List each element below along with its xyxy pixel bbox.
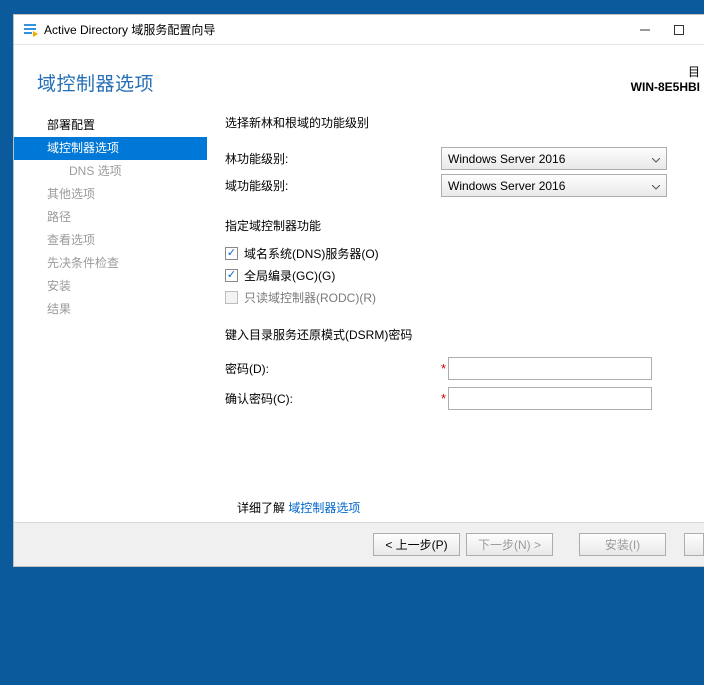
forest-level-label: 林功能级别: <box>225 150 441 167</box>
gc-checkbox-label: 全局编录(GC)(G) <box>244 267 335 284</box>
minimize-button[interactable] <box>628 19 662 41</box>
content-pane: 选择新林和根域的功能级别 林功能级别: Windows Server 2016 … <box>207 114 704 509</box>
sidebar-item-dc-options[interactable]: 域控制器选项 <box>14 137 207 160</box>
more-prefix: 详细了解 <box>237 501 285 515</box>
confirm-password-label: 确认密码(C): <box>225 390 441 407</box>
dns-checkbox-label: 域名系统(DNS)服务器(O) <box>244 245 379 262</box>
dc-caps-title: 指定域控制器功能 <box>225 217 694 234</box>
maximize-button[interactable] <box>662 19 696 41</box>
title-bar: Active Directory 域服务配置向导 <box>14 15 704 45</box>
func-level-title: 选择新林和根域的功能级别 <box>225 114 694 131</box>
gc-checkbox-row: 全局编录(GC)(G) <box>225 264 694 286</box>
next-button[interactable]: 下一步(N) > <box>466 533 553 556</box>
password-field[interactable] <box>448 357 652 380</box>
dsrm-title: 键入目录服务还原模式(DSRM)密码 <box>225 326 694 343</box>
target-server-block: 目 WIN-8E5HBI <box>631 63 700 94</box>
gc-checkbox[interactable] <box>225 269 238 282</box>
password-row: 密码(D): * <box>225 353 694 383</box>
footer-bar: < 上一步(P) 下一步(N) > 安装(I) <box>14 522 704 566</box>
confirm-password-row: 确认密码(C): * <box>225 383 694 413</box>
password-label: 密码(D): <box>225 360 441 377</box>
domain-level-select[interactable]: Windows Server 2016 <box>441 174 667 197</box>
sidebar-item-review[interactable]: 查看选项 <box>14 229 207 252</box>
rodc-checkbox <box>225 291 238 304</box>
more-link-row: 详细了解 域控制器选项 <box>237 499 360 516</box>
rodc-checkbox-label: 只读域控制器(RODC)(R) <box>244 289 376 306</box>
target-server-name: WIN-8E5HBI <box>631 80 700 94</box>
rodc-checkbox-row: 只读域控制器(RODC)(R) <box>225 286 694 308</box>
wizard-window: Active Directory 域服务配置向导 域控制器选项 目 WIN-8E… <box>13 14 704 567</box>
sidebar: 部署配置 域控制器选项 DNS 选项 其他选项 路径 查看选项 先决条件检查 安… <box>14 114 207 509</box>
more-link[interactable]: 域控制器选项 <box>288 501 360 515</box>
sidebar-item-results[interactable]: 结果 <box>14 298 207 321</box>
sidebar-item-paths[interactable]: 路径 <box>14 206 207 229</box>
app-icon <box>22 22 38 38</box>
target-label: 目 <box>631 63 700 80</box>
forest-level-select[interactable]: Windows Server 2016 <box>441 147 667 170</box>
confirm-password-field[interactable] <box>448 387 652 410</box>
prev-button[interactable]: < 上一步(P) <box>373 533 460 556</box>
domain-level-label: 域功能级别: <box>225 177 441 194</box>
chevron-down-icon <box>652 179 660 193</box>
required-star: * <box>441 391 446 406</box>
required-star: * <box>441 361 446 376</box>
install-button[interactable]: 安装(I) <box>579 533 666 556</box>
sidebar-item-other[interactable]: 其他选项 <box>14 183 207 206</box>
chevron-down-icon <box>652 152 660 166</box>
dns-checkbox-row: 域名系统(DNS)服务器(O) <box>225 242 694 264</box>
body-area: 部署配置 域控制器选项 DNS 选项 其他选项 路径 查看选项 先决条件检查 安… <box>14 114 704 509</box>
domain-level-value: Windows Server 2016 <box>448 179 565 193</box>
domain-level-row: 域功能级别: Windows Server 2016 <box>225 172 694 199</box>
sidebar-item-dns-options[interactable]: DNS 选项 <box>14 160 207 183</box>
forest-level-row: 林功能级别: Windows Server 2016 <box>225 145 694 172</box>
sidebar-item-prereq[interactable]: 先决条件检查 <box>14 252 207 275</box>
forest-level-value: Windows Server 2016 <box>448 152 565 166</box>
dns-checkbox[interactable] <box>225 247 238 260</box>
sidebar-item-install[interactable]: 安装 <box>14 275 207 298</box>
page-title: 域控制器选项 <box>37 69 668 96</box>
cancel-button-partial[interactable] <box>684 533 704 556</box>
window-title: Active Directory 域服务配置向导 <box>44 21 628 38</box>
header-area: 域控制器选项 目 WIN-8E5HBI <box>14 45 704 114</box>
sidebar-item-deploy[interactable]: 部署配置 <box>14 114 207 137</box>
